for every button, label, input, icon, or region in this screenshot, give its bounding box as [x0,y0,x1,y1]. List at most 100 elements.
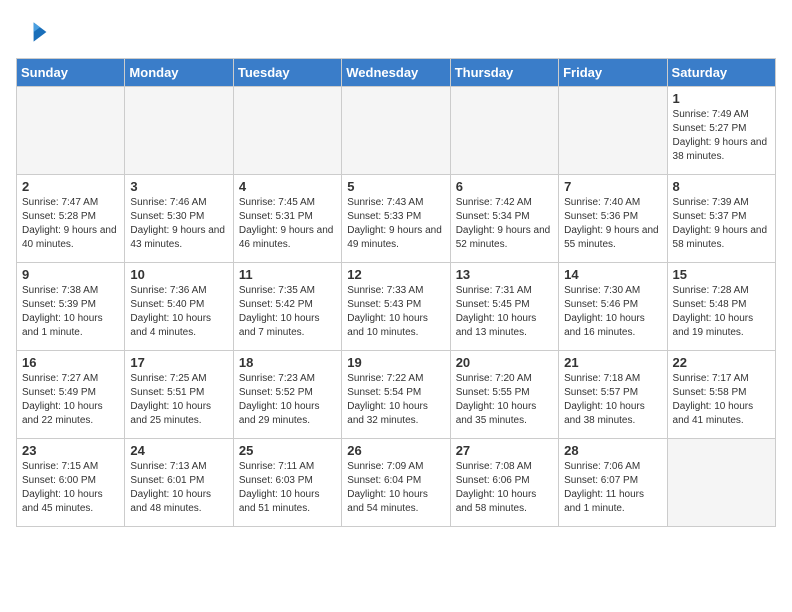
calendar-cell: 11 Sunrise: 7:35 AM Sunset: 5:42 PM Dayli… [233,263,341,351]
day-number: 14 [564,267,661,282]
day-number: 15 [673,267,770,282]
day-info: Sunrise: 7:33 AM Sunset: 5:43 PM Dayligh… [347,284,444,340]
day-number: 3 [130,179,227,194]
day-number: 18 [239,355,336,370]
page-header [16,16,776,48]
calendar-cell: 27Sunrise: 7:08 AM Sunset: 6:06 PM Dayli… [450,439,558,527]
weekday-header-tuesday: Tuesday [233,59,341,87]
day-info: Sunrise: 7:47 AM Sunset: 5:28 PM Dayligh… [22,196,119,252]
calendar-cell: 15Sunrise: 7:28 AM Sunset: 5:48 PM Dayli… [667,263,775,351]
day-number: 17 [130,355,227,370]
day-number: 25 [239,443,336,458]
calendar-cell [233,87,341,175]
day-info: Sunrise: 7:31 AM Sunset: 5:45 PM Dayligh… [456,284,553,340]
calendar-cell: 9 Sunrise: 7:38 AM Sunset: 5:39 PM Daylig… [17,263,125,351]
calendar-cell: 4 Sunrise: 7:45 AM Sunset: 5:31 PM Daylig… [233,175,341,263]
weekday-header-sunday: Sunday [17,59,125,87]
weekday-header-saturday: Saturday [667,59,775,87]
calendar-cell: 5Sunrise: 7:43 AM Sunset: 5:33 PM Daylig… [342,175,450,263]
calendar-cell: 23 Sunrise: 7:15 AM Sunset: 6:00 PM Dayli… [17,439,125,527]
day-info: Sunrise: 7:09 AM Sunset: 6:04 PM Dayligh… [347,460,444,516]
calendar-cell [342,87,450,175]
day-number: 2 [22,179,119,194]
day-number: 21 [564,355,661,370]
calendar-cell: 12 Sunrise: 7:33 AM Sunset: 5:43 PM Dayli… [342,263,450,351]
day-info: Sunrise: 7:23 AM Sunset: 5:52 PM Dayligh… [239,372,336,428]
day-info: Sunrise: 7:30 AM Sunset: 5:46 PM Dayligh… [564,284,661,340]
calendar-cell [667,439,775,527]
day-info: Sunrise: 7:17 AM Sunset: 5:58 PM Dayligh… [673,372,770,428]
calendar-cell: 8 Sunrise: 7:39 AM Sunset: 5:37 PM Daylig… [667,175,775,263]
calendar-cell: 7 Sunrise: 7:40 AM Sunset: 5:36 PM Daylig… [559,175,667,263]
calendar-cell [559,87,667,175]
logo [16,16,52,48]
calendar-header: SundayMondayTuesdayWednesdayThursdayFrid… [17,59,776,87]
calendar-cell: 28Sunrise: 7:06 AM Sunset: 6:07 PM Dayli… [559,439,667,527]
day-info: Sunrise: 7:38 AM Sunset: 5:39 PM Dayligh… [22,284,119,340]
calendar-cell: 19 Sunrise: 7:22 AM Sunset: 5:54 PM Dayli… [342,351,450,439]
calendar-cell: 26 Sunrise: 7:09 AM Sunset: 6:04 PM Dayli… [342,439,450,527]
logo-icon [16,16,48,48]
week-row-2: 9 Sunrise: 7:38 AM Sunset: 5:39 PM Daylig… [17,263,776,351]
calendar-cell: 24 Sunrise: 7:13 AM Sunset: 6:01 PM Dayli… [125,439,233,527]
day-number: 8 [673,179,770,194]
day-number: 19 [347,355,444,370]
day-number: 13 [456,267,553,282]
calendar-cell: 17 Sunrise: 7:25 AM Sunset: 5:51 PM Dayli… [125,351,233,439]
calendar-cell: 21 Sunrise: 7:18 AM Sunset: 5:57 PM Dayli… [559,351,667,439]
day-info: Sunrise: 7:46 AM Sunset: 5:30 PM Dayligh… [130,196,227,252]
day-number: 1 [673,91,770,106]
day-info: Sunrise: 7:39 AM Sunset: 5:37 PM Dayligh… [673,196,770,252]
calendar-cell: 13 Sunrise: 7:31 AM Sunset: 5:45 PM Dayli… [450,263,558,351]
day-info: Sunrise: 7:20 AM Sunset: 5:55 PM Dayligh… [456,372,553,428]
day-info: Sunrise: 7:36 AM Sunset: 5:40 PM Dayligh… [130,284,227,340]
day-info: Sunrise: 7:43 AM Sunset: 5:33 PM Dayligh… [347,196,444,252]
day-number: 20 [456,355,553,370]
day-info: Sunrise: 7:13 AM Sunset: 6:01 PM Dayligh… [130,460,227,516]
calendar-cell: 16 Sunrise: 7:27 AM Sunset: 5:49 PM Dayli… [17,351,125,439]
day-number: 26 [347,443,444,458]
calendar-cell [450,87,558,175]
day-number: 9 [22,267,119,282]
day-info: Sunrise: 7:18 AM Sunset: 5:57 PM Dayligh… [564,372,661,428]
day-number: 12 [347,267,444,282]
calendar-cell: 22 Sunrise: 7:17 AM Sunset: 5:58 PM Dayli… [667,351,775,439]
calendar-cell: 25 Sunrise: 7:11 AM Sunset: 6:03 PM Dayli… [233,439,341,527]
day-info: Sunrise: 7:15 AM Sunset: 6:00 PM Dayligh… [22,460,119,516]
day-number: 4 [239,179,336,194]
calendar-cell: 1 Sunrise: 7:49 AM Sunset: 5:27 PM Daylig… [667,87,775,175]
day-info: Sunrise: 7:11 AM Sunset: 6:03 PM Dayligh… [239,460,336,516]
calendar-cell: 14 Sunrise: 7:30 AM Sunset: 5:46 PM Dayli… [559,263,667,351]
day-number: 10 [130,267,227,282]
calendar-cell: 3 Sunrise: 7:46 AM Sunset: 5:30 PM Daylig… [125,175,233,263]
calendar-cell: 6Sunrise: 7:42 AM Sunset: 5:34 PM Daylig… [450,175,558,263]
week-row-3: 16 Sunrise: 7:27 AM Sunset: 5:49 PM Dayli… [17,351,776,439]
weekday-header-monday: Monday [125,59,233,87]
day-number: 11 [239,267,336,282]
day-number: 22 [673,355,770,370]
day-info: Sunrise: 7:45 AM Sunset: 5:31 PM Dayligh… [239,196,336,252]
day-info: Sunrise: 7:25 AM Sunset: 5:51 PM Dayligh… [130,372,227,428]
day-number: 27 [456,443,553,458]
week-row-4: 23 Sunrise: 7:15 AM Sunset: 6:00 PM Dayli… [17,439,776,527]
day-number: 16 [22,355,119,370]
day-info: Sunrise: 7:35 AM Sunset: 5:42 PM Dayligh… [239,284,336,340]
weekday-header-wednesday: Wednesday [342,59,450,87]
day-number: 23 [22,443,119,458]
day-info: Sunrise: 7:42 AM Sunset: 5:34 PM Dayligh… [456,196,553,252]
calendar-cell: 2 Sunrise: 7:47 AM Sunset: 5:28 PM Daylig… [17,175,125,263]
calendar-cell [125,87,233,175]
calendar-cell: 20 Sunrise: 7:20 AM Sunset: 5:55 PM Dayli… [450,351,558,439]
day-info: Sunrise: 7:40 AM Sunset: 5:36 PM Dayligh… [564,196,661,252]
week-row-1: 2 Sunrise: 7:47 AM Sunset: 5:28 PM Daylig… [17,175,776,263]
day-info: Sunrise: 7:49 AM Sunset: 5:27 PM Dayligh… [673,108,770,164]
calendar-cell: 18 Sunrise: 7:23 AM Sunset: 5:52 PM Dayli… [233,351,341,439]
day-info: Sunrise: 7:06 AM Sunset: 6:07 PM Dayligh… [564,460,661,516]
weekday-header-thursday: Thursday [450,59,558,87]
calendar-table: SundayMondayTuesdayWednesdayThursdayFrid… [16,58,776,527]
day-number: 7 [564,179,661,194]
day-info: Sunrise: 7:22 AM Sunset: 5:54 PM Dayligh… [347,372,444,428]
weekday-header-friday: Friday [559,59,667,87]
day-number: 24 [130,443,227,458]
day-info: Sunrise: 7:27 AM Sunset: 5:49 PM Dayligh… [22,372,119,428]
